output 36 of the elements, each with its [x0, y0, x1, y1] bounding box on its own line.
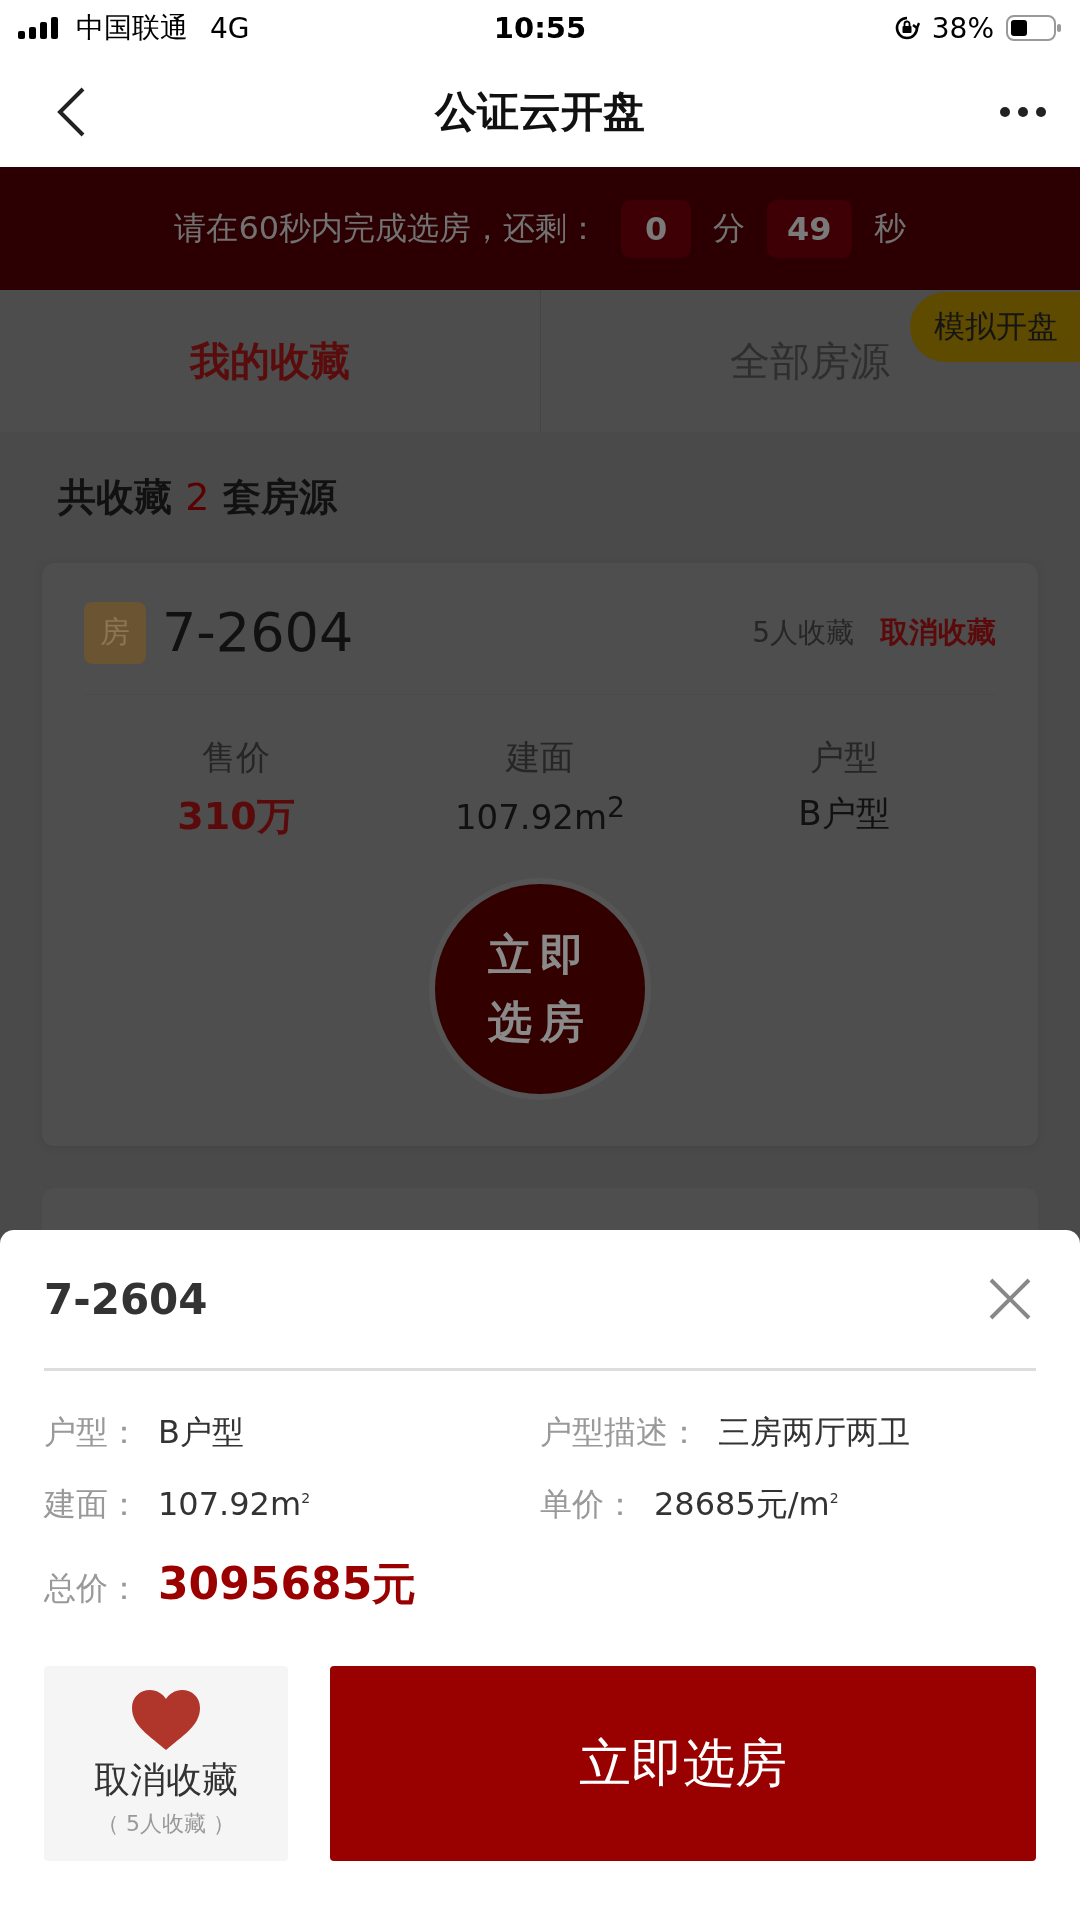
countdown-prompt: 请在60秒内完成选房，还剩：	[174, 207, 600, 249]
detail-label: 户型：	[44, 1412, 140, 1453]
network-type: 4G	[210, 11, 250, 45]
page-title: 公证云开盘	[435, 85, 645, 138]
detail-label: 总价：	[44, 1568, 140, 1609]
close-button[interactable]	[988, 1277, 1032, 1321]
minutes-unit: 分	[713, 207, 746, 249]
simulation-badge[interactable]: 模拟开盘	[910, 292, 1080, 362]
stat-value: 107.92m$^{2}$	[454, 791, 626, 838]
stat-value: 310万	[177, 793, 295, 840]
seconds-value: 49	[767, 199, 852, 258]
detail-label: 户型描述：	[540, 1412, 700, 1453]
clock: 10:55	[493, 11, 587, 45]
detail-value: 28685元/m$^{2}$	[654, 1484, 839, 1525]
rotation-lock-icon	[893, 15, 920, 41]
heart-icon	[130, 1688, 202, 1752]
tab[interactable]: 我的收藏	[189, 333, 350, 389]
detail-value: B户型	[158, 1412, 244, 1453]
stat-value: B户型	[798, 792, 890, 835]
unfavorite-link[interactable]: 取消收藏	[870, 612, 996, 653]
battery-icon	[1006, 15, 1062, 41]
unfavorite-button[interactable]: 取消收藏 （ 5人收藏 ）	[44, 1666, 288, 1861]
detail-value: 107.92m$^{2}$	[158, 1485, 311, 1523]
choose-house-button[interactable]: 立即 选房	[435, 884, 645, 1094]
choose-house-button[interactable]: 立即选房	[330, 1666, 1036, 1861]
battery-percent: 38%	[931, 11, 994, 45]
minutes-value: 0	[621, 199, 692, 258]
detail-label: 单价：	[540, 1484, 636, 1525]
unit-number: 7-2604	[162, 601, 355, 664]
sheet-title: 7-2604	[44, 1274, 208, 1324]
carrier-name: 中国联通	[76, 10, 188, 46]
detail-label: 建面：	[44, 1484, 140, 1525]
seconds-unit: 秒	[873, 207, 906, 249]
detail-value: 三房两厅两卫	[718, 1412, 910, 1453]
detail-value: 3095685元	[158, 1557, 417, 1611]
favorites-summary: 共收藏 2 套房源	[57, 474, 339, 521]
